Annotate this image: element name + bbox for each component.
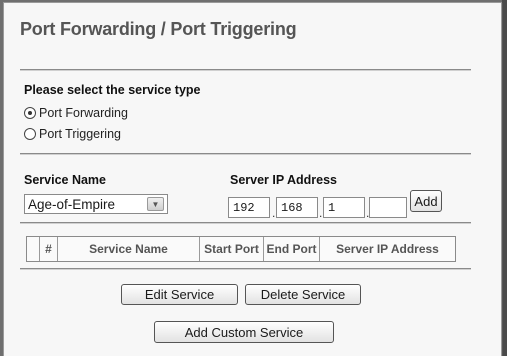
table-header-end-port: End Port bbox=[264, 237, 320, 261]
radio-indicator-unchecked[interactable] bbox=[24, 128, 36, 140]
divider-table bbox=[20, 268, 471, 270]
edit-service-button[interactable]: Edit Service bbox=[121, 284, 238, 305]
radio-indicator-checked[interactable] bbox=[24, 107, 36, 119]
server-ip-octet-4[interactable] bbox=[369, 197, 407, 218]
window-frame-edge bbox=[502, 0, 507, 356]
divider-top bbox=[20, 69, 471, 71]
service-name-value: Age-of-Empire bbox=[28, 196, 116, 212]
table-header-service-name: Service Name bbox=[58, 237, 200, 261]
services-table-header: # Service Name Start Port End Port Serve… bbox=[26, 236, 456, 262]
page-title: Port Forwarding / Port Triggering bbox=[20, 19, 297, 39]
table-header-start-port: Start Port bbox=[200, 237, 264, 261]
divider-service-type bbox=[20, 153, 471, 155]
radio-port-forwarding-label: Port Forwarding bbox=[39, 106, 128, 120]
service-name-select[interactable]: Age-of-Empire ▼ bbox=[24, 194, 168, 214]
server-ip-label: Server IP Address bbox=[230, 173, 338, 187]
table-header-number: # bbox=[40, 237, 58, 261]
add-ip-button[interactable]: Add bbox=[410, 190, 442, 212]
port-forwarding-panel: Port Forwarding / Port Triggering Please… bbox=[3, 2, 502, 356]
ip-separator-dot: . bbox=[319, 206, 323, 220]
chevron-down-icon[interactable]: ▼ bbox=[147, 197, 164, 211]
server-ip-octet-2[interactable]: 168 bbox=[276, 197, 318, 218]
service-name-label: Service Name bbox=[24, 173, 107, 187]
server-ip-octet-1[interactable]: 192 bbox=[228, 197, 270, 218]
table-header-server-ip: Server IP Address bbox=[336, 242, 439, 256]
delete-service-button[interactable]: Delete Service bbox=[245, 284, 361, 305]
divider-server bbox=[20, 222, 471, 224]
table-header-select bbox=[27, 237, 40, 261]
radio-port-triggering-label: Port Triggering bbox=[39, 127, 121, 141]
radio-port-forwarding[interactable]: Port Forwarding bbox=[24, 106, 128, 120]
service-type-label: Please select the service type bbox=[24, 83, 201, 97]
ip-separator-dot: . bbox=[272, 206, 276, 220]
server-ip-octet-3[interactable]: 1 bbox=[323, 197, 365, 218]
radio-port-triggering[interactable]: Port Triggering bbox=[24, 127, 121, 141]
add-custom-service-button[interactable]: Add Custom Service bbox=[154, 321, 334, 343]
